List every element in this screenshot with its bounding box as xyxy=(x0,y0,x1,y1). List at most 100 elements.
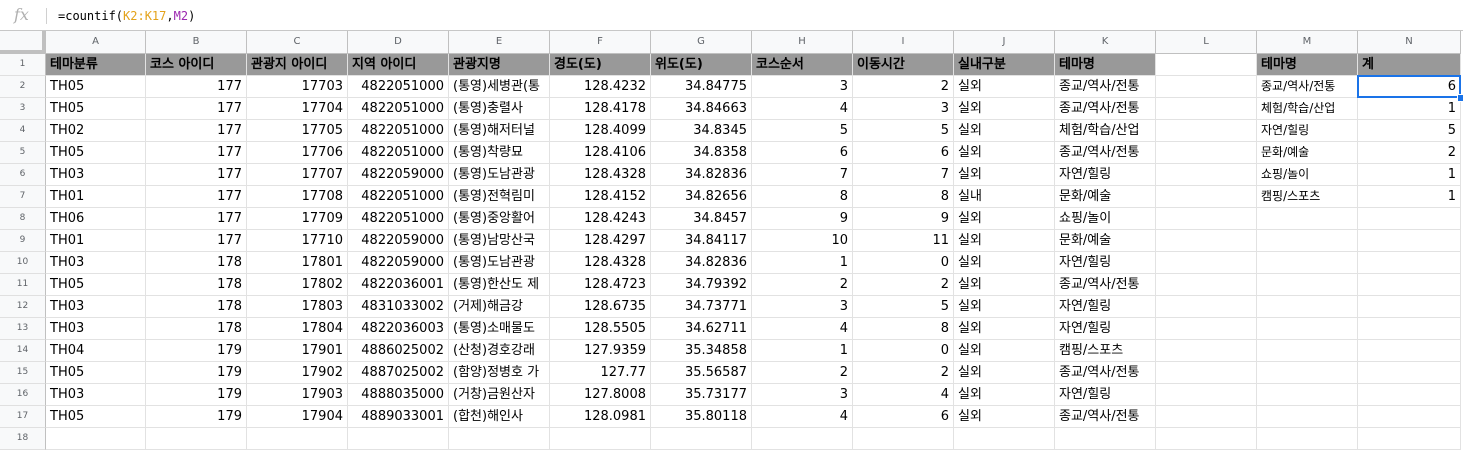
data-cell[interactable]: (통영)도남관광 xyxy=(449,252,550,274)
formula-input[interactable]: =countif(K2:K17,M2) xyxy=(58,9,195,23)
data-cell[interactable]: 실외 xyxy=(954,252,1055,274)
cell[interactable] xyxy=(1156,164,1257,186)
data-cell[interactable]: 4 xyxy=(752,98,853,120)
data-cell[interactable]: 128.0981 xyxy=(550,406,651,428)
data-cell[interactable]: 17904 xyxy=(247,406,348,428)
data-cell[interactable]: 0 xyxy=(853,252,954,274)
data-cell[interactable]: TH03 xyxy=(46,164,146,186)
data-cell[interactable]: 실외 xyxy=(954,362,1055,384)
data-cell[interactable]: 177 xyxy=(146,164,247,186)
data-cell[interactable]: 종교/역사/전통 xyxy=(1055,98,1156,120)
data-cell[interactable]: 2 xyxy=(752,274,853,296)
cell[interactable] xyxy=(1358,362,1461,384)
data-cell[interactable]: 34.8358 xyxy=(651,142,752,164)
data-cell[interactable]: 17703 xyxy=(247,76,348,98)
data-cell[interactable]: TH05 xyxy=(46,274,146,296)
data-cell[interactable]: 4822036003 xyxy=(348,318,449,340)
data-cell[interactable]: 128.4297 xyxy=(550,230,651,252)
row-header-16[interactable]: 16 xyxy=(0,384,46,406)
data-cell[interactable]: 4822059000 xyxy=(348,164,449,186)
row-header-9[interactable]: 9 xyxy=(0,230,46,252)
data-cell[interactable]: 177 xyxy=(146,230,247,252)
cell[interactable] xyxy=(1257,384,1358,406)
data-cell[interactable]: 실외 xyxy=(954,296,1055,318)
cell[interactable] xyxy=(651,428,752,450)
cell[interactable] xyxy=(1358,252,1461,274)
data-cell[interactable]: 17705 xyxy=(247,120,348,142)
summary-theme-cell[interactable]: 쇼핑/놀이 xyxy=(1257,164,1358,186)
cell[interactable] xyxy=(1358,340,1461,362)
data-cell[interactable]: 실외 xyxy=(954,208,1055,230)
data-cell[interactable]: (통영)착량묘 xyxy=(449,142,550,164)
data-cell[interactable]: (거제)해금강 xyxy=(449,296,550,318)
data-cell[interactable]: 34.79392 xyxy=(651,274,752,296)
summary-header-theme[interactable]: 테마명 xyxy=(1257,54,1358,76)
row-header-7[interactable]: 7 xyxy=(0,186,46,208)
data-cell[interactable]: 17708 xyxy=(247,186,348,208)
cell[interactable] xyxy=(1257,274,1358,296)
cell[interactable] xyxy=(1156,340,1257,362)
summary-theme-cell[interactable]: 종교/역사/전통 xyxy=(1257,76,1358,98)
data-cell[interactable]: 179 xyxy=(146,406,247,428)
data-cell[interactable]: (통영)소매물도 xyxy=(449,318,550,340)
data-cell[interactable]: 2 xyxy=(752,362,853,384)
data-cell[interactable]: 34.84117 xyxy=(651,230,752,252)
data-cell[interactable]: 2 xyxy=(853,274,954,296)
summary-count-cell[interactable]: 2 xyxy=(1358,142,1461,164)
cell[interactable] xyxy=(1257,208,1358,230)
header-cell[interactable]: 코스 아이디 xyxy=(146,54,247,76)
data-cell[interactable]: 35.73177 xyxy=(651,384,752,406)
data-cell[interactable]: TH05 xyxy=(46,406,146,428)
data-cell[interactable]: 17707 xyxy=(247,164,348,186)
data-cell[interactable]: 자연/힐링 xyxy=(1055,252,1156,274)
data-cell[interactable]: 자연/힐링 xyxy=(1055,164,1156,186)
data-cell[interactable]: 종교/역사/전통 xyxy=(1055,274,1156,296)
data-cell[interactable]: TH04 xyxy=(46,340,146,362)
data-cell[interactable]: 실내 xyxy=(954,186,1055,208)
header-cell[interactable]: 이동시간 xyxy=(853,54,954,76)
cell[interactable] xyxy=(1257,362,1358,384)
data-cell[interactable]: 4822051000 xyxy=(348,98,449,120)
column-header-n[interactable]: N xyxy=(1358,31,1461,54)
data-cell[interactable]: 문화/예술 xyxy=(1055,186,1156,208)
data-cell[interactable]: 4 xyxy=(752,406,853,428)
row-header-4[interactable]: 4 xyxy=(0,120,46,142)
cell[interactable] xyxy=(1358,296,1461,318)
row-header-8[interactable]: 8 xyxy=(0,208,46,230)
data-cell[interactable]: 179 xyxy=(146,340,247,362)
data-cell[interactable]: 179 xyxy=(146,384,247,406)
cell[interactable] xyxy=(1156,142,1257,164)
data-cell[interactable]: 실외 xyxy=(954,230,1055,252)
summary-theme-cell[interactable]: 캠핑/스포츠 xyxy=(1257,186,1358,208)
data-cell[interactable]: 4822036001 xyxy=(348,274,449,296)
row-header-2[interactable]: 2 xyxy=(0,76,46,98)
data-cell[interactable]: 체험/학습/산업 xyxy=(1055,120,1156,142)
cell[interactable] xyxy=(1257,406,1358,428)
data-cell[interactable]: (통영)도남관광 xyxy=(449,164,550,186)
header-cell[interactable]: 지역 아이디 xyxy=(348,54,449,76)
cell[interactable] xyxy=(954,428,1055,450)
cell[interactable] xyxy=(1257,296,1358,318)
data-cell[interactable]: 17801 xyxy=(247,252,348,274)
data-cell[interactable]: 128.4178 xyxy=(550,98,651,120)
cell[interactable] xyxy=(247,428,348,450)
data-cell[interactable]: (통영)충렬사 xyxy=(449,98,550,120)
data-cell[interactable]: 4886025002 xyxy=(348,340,449,362)
data-cell[interactable]: 4889033001 xyxy=(348,406,449,428)
cell[interactable] xyxy=(1257,340,1358,362)
data-cell[interactable]: 실외 xyxy=(954,164,1055,186)
data-cell[interactable]: 178 xyxy=(146,318,247,340)
header-cell[interactable]: 테마분류 xyxy=(46,54,146,76)
column-header-i[interactable]: I xyxy=(853,31,954,54)
data-cell[interactable]: 7 xyxy=(752,164,853,186)
data-cell[interactable]: 178 xyxy=(146,252,247,274)
data-cell[interactable]: 4822051000 xyxy=(348,208,449,230)
cell[interactable] xyxy=(449,428,550,450)
data-cell[interactable]: (합천)해인사 xyxy=(449,406,550,428)
data-cell[interactable]: 177 xyxy=(146,76,247,98)
header-cell[interactable]: 실내구분 xyxy=(954,54,1055,76)
data-cell[interactable]: 5 xyxy=(752,120,853,142)
cell[interactable] xyxy=(1156,296,1257,318)
data-cell[interactable]: 128.5505 xyxy=(550,318,651,340)
data-cell[interactable]: 4 xyxy=(853,384,954,406)
